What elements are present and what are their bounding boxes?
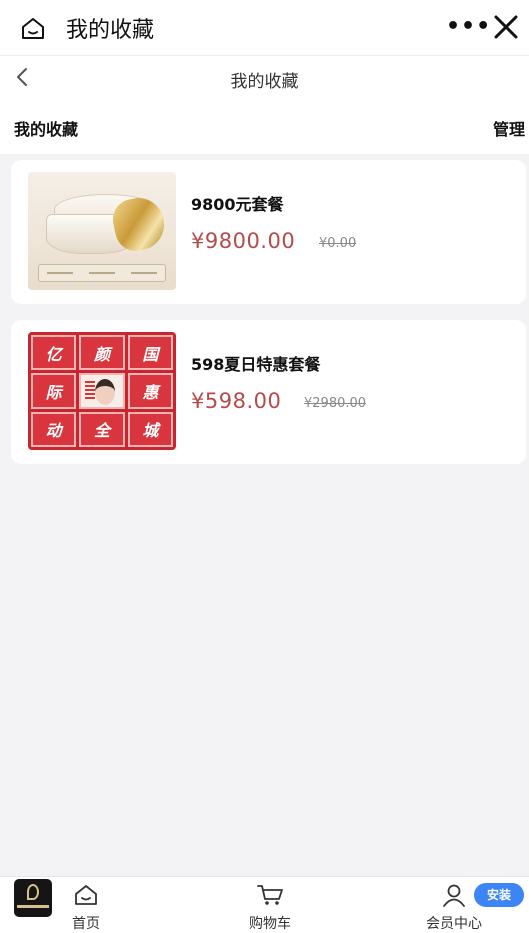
close-icon[interactable] bbox=[492, 13, 520, 41]
favorites-label: 我的收藏 bbox=[14, 120, 79, 139]
cream-jar-product-image[interactable] bbox=[28, 172, 176, 290]
image-char: 城 bbox=[127, 411, 173, 447]
image-char: 际 bbox=[31, 373, 77, 409]
product-original-price: ¥2980.00 bbox=[304, 396, 367, 411]
more-options-icon[interactable]: ••• bbox=[446, 14, 491, 39]
tab-home[interactable]: 首页 bbox=[46, 883, 126, 933]
portrait-image bbox=[79, 373, 125, 409]
product-price: ¥598.00 bbox=[191, 389, 282, 413]
page-navbar: 我的收藏 bbox=[0, 56, 529, 100]
image-char: 动 bbox=[31, 411, 77, 447]
window-titlebar: 我的收藏 ••• bbox=[0, 0, 529, 56]
tab-home-label: 首页 bbox=[72, 916, 100, 932]
product-original-price: ¥0.00 bbox=[319, 236, 357, 251]
bottom-tab-bar: 首页 购物车 会员中心 安装 bbox=[0, 876, 529, 933]
favorites-header: 我的收藏 管理 bbox=[0, 100, 529, 154]
image-char: 全 bbox=[79, 411, 125, 447]
tab-cart-label: 购物车 bbox=[249, 916, 291, 932]
tab-cart[interactable]: 购物车 bbox=[230, 883, 310, 933]
favorite-item[interactable]: 亿 颜 国 际 惠 动 全 城 598夏日特惠套餐 ¥598.00 ¥2980.… bbox=[11, 320, 526, 464]
window-title: 我的收藏 bbox=[66, 17, 155, 43]
image-char: 亿 bbox=[31, 335, 77, 371]
image-char: 惠 bbox=[127, 373, 173, 409]
product-price: ¥9800.00 bbox=[191, 229, 296, 253]
home-icon bbox=[75, 885, 97, 905]
cart-icon bbox=[257, 885, 283, 905]
user-icon bbox=[443, 884, 465, 907]
image-char: 国 bbox=[127, 335, 173, 371]
home-icon[interactable] bbox=[20, 15, 46, 41]
promo-grid-product-image[interactable]: 亿 颜 国 际 惠 动 全 城 bbox=[28, 332, 176, 450]
favorite-item[interactable]: 9800元套餐 ¥9800.00 ¥0.00 bbox=[11, 160, 526, 304]
image-char: 颜 bbox=[79, 335, 125, 371]
product-name[interactable]: 598夏日特惠套餐 bbox=[191, 351, 320, 375]
manage-button[interactable]: 管理 bbox=[493, 116, 525, 140]
install-button[interactable]: 安装 bbox=[474, 883, 524, 907]
tab-member-label: 会员中心 bbox=[426, 916, 482, 932]
product-name[interactable]: 9800元套餐 bbox=[191, 191, 284, 215]
page-title: 我的收藏 bbox=[230, 72, 299, 92]
